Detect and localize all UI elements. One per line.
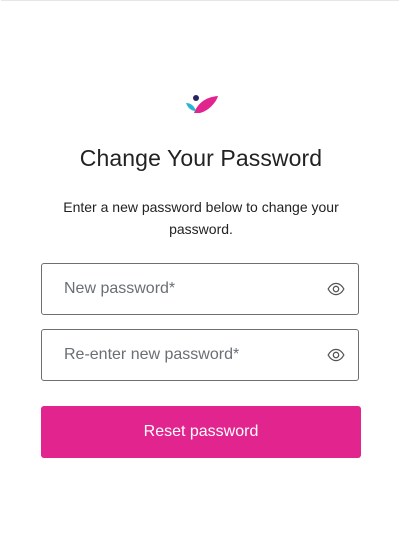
- new-password-input[interactable]: [42, 264, 312, 314]
- confirm-password-input[interactable]: [42, 330, 312, 380]
- page-description: Enter a new password below to change you…: [63, 199, 339, 237]
- brand-logo-icon: [186, 95, 218, 113]
- reset-password-button[interactable]: Reset password: [41, 406, 361, 458]
- page-title: Change Your Password: [79, 145, 323, 171]
- eye-icon[interactable]: [326, 280, 346, 298]
- new-password-field: [41, 263, 359, 315]
- reset-password-card: Change Your Password Enter a new passwor…: [1, 0, 399, 539]
- eye-icon[interactable]: [326, 346, 346, 364]
- confirm-password-field: [41, 329, 359, 381]
